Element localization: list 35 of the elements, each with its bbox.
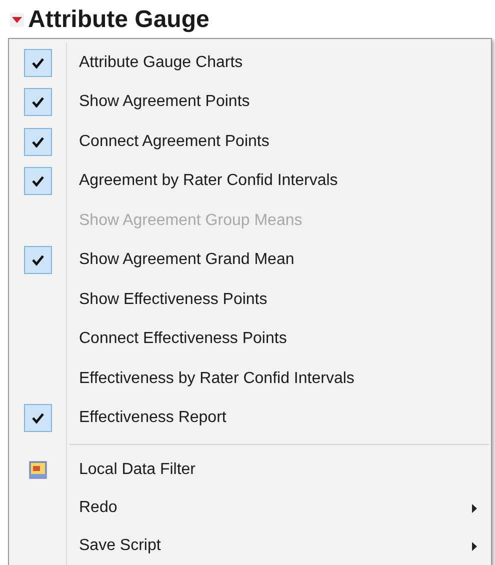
menu-item[interactable]: Connect Effectiveness Points [9, 320, 491, 359]
checkmark-icon [30, 56, 44, 69]
menu-item-label: Redo [79, 498, 118, 518]
menu-item-label: Local Data Filter [79, 460, 196, 480]
menu-item-label: Connect Agreement Points [79, 132, 270, 152]
menu-item-label: Show Agreement Points [79, 92, 250, 112]
menu-item-label: Show Effectiveness Points [79, 290, 268, 310]
menu-item[interactable]: Redo [9, 489, 491, 527]
menu-item[interactable]: Attribute Gauge Charts [9, 43, 491, 82]
menu-item-label: Effectiveness by Rater Confid Intervals [79, 368, 354, 389]
report-title: Attribute Gauge [28, 8, 210, 32]
submenu-arrow-icon [472, 504, 477, 512]
checkmark-icon [30, 136, 44, 148]
menu-item-label: Show Agreement Group Means [79, 210, 302, 231]
submenu-arrow-icon [472, 542, 477, 550]
menu-item[interactable]: Show Agreement Points [9, 82, 491, 122]
menu-item-label: Show Agreement Grand Mean [79, 250, 294, 270]
menu-item[interactable]: Local Data Filter [9, 451, 491, 489]
menu-item-label: Connect Effectiveness Points [79, 329, 287, 350]
checkmark-icon [30, 254, 44, 266]
menu-item[interactable]: Show Effectiveness Points [9, 280, 491, 320]
menu-item[interactable]: Agreement by Rater Confid Intervals [9, 162, 491, 201]
menu-item-label: Effectiveness Report [79, 408, 226, 428]
menu-item[interactable]: Save Script [9, 527, 491, 565]
menu-item-label: Save Script [79, 536, 162, 556]
menu-item[interactable]: Show Agreement Grand Mean [9, 240, 491, 280]
menu-item-label: Attribute Gauge Charts [79, 52, 243, 73]
checkmark-icon [30, 175, 44, 188]
checkmark-icon [30, 412, 44, 424]
menu-item[interactable]: Effectiveness Report [9, 398, 491, 438]
menu-item[interactable]: Connect Agreement Points [9, 122, 491, 162]
menu-item[interactable]: Effectiveness by Rater Confid Intervals [9, 359, 491, 398]
data-filter-icon [28, 460, 48, 480]
menu-item-label: Agreement by Rater Confid Intervals [79, 171, 338, 192]
checkmark-icon [30, 96, 44, 108]
